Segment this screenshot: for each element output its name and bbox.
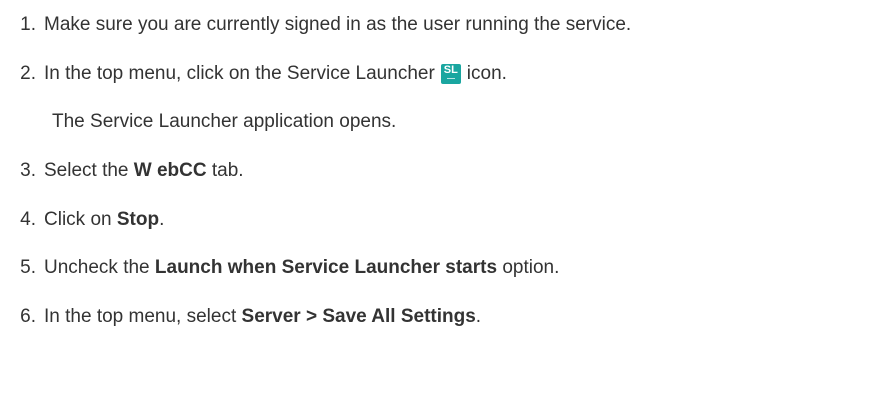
step-number: 2.	[20, 63, 36, 84]
step-text-after: .	[475, 306, 482, 327]
step-1: 1. Make sure you are currently signed in…	[0, 13, 631, 37]
step-text: In the top menu, select Server > Save Al…	[44, 306, 481, 328]
step-text-before: Click on	[44, 209, 112, 230]
step-text-after: .	[159, 209, 165, 230]
step-text-after: option.	[502, 257, 560, 278]
step-number: 6.	[20, 306, 36, 327]
step-text: Select the W ebCC tab.	[44, 160, 244, 182]
step-3: 3. Select the W ebCC tab.	[0, 159, 244, 183]
step-text-before: In the top menu, click on the Service La…	[44, 63, 435, 84]
step-text-before: Select the	[44, 160, 129, 181]
step-text: Click on Stop.	[44, 209, 164, 231]
step-text-before: In the top menu, select	[44, 306, 237, 327]
step-text: Make sure you are currently signed in as…	[44, 14, 632, 35]
service-launcher-icon: SL	[440, 64, 461, 84]
button-name: Stop	[116, 209, 160, 230]
tab-name: W ebCC	[133, 160, 207, 181]
step-text-after: tab.	[211, 160, 244, 181]
step-text: In the top menu, click on the Service La…	[44, 63, 507, 85]
option-name: Launch when Service Launcher starts	[154, 257, 498, 278]
service-launcher-icon-base	[446, 78, 455, 82]
step-4: 4. Click on Stop.	[0, 208, 164, 232]
menu-path: Server > Save All Settings	[241, 306, 476, 327]
step-text: Uncheck the Launch when Service Launcher…	[44, 257, 559, 279]
step-text-before: Uncheck the	[44, 257, 150, 278]
step-text-after: icon.	[466, 63, 507, 84]
step-number: 5.	[20, 257, 36, 278]
step-5: 5. Uncheck the Launch when Service Launc…	[0, 256, 559, 280]
step-6: 6. In the top menu, select Server > Save…	[0, 305, 481, 329]
step-2: 2. In the top menu, click on the Service…	[0, 62, 507, 86]
service-launcher-icon-label: SL	[443, 64, 458, 76]
step-number: 3.	[20, 160, 36, 181]
step-2-result: The Service Launcher application opens.	[52, 111, 397, 132]
step-number: 1.	[20, 14, 36, 35]
step-number: 4.	[20, 209, 36, 230]
